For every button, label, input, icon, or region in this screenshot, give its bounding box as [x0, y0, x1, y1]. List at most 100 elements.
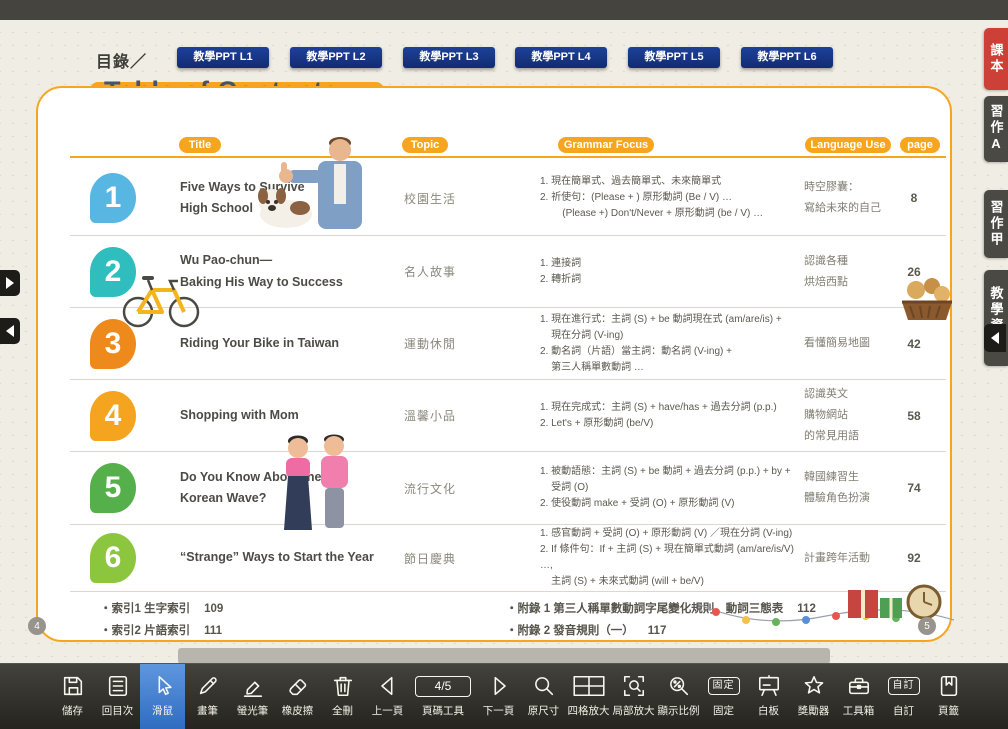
tool-highlighter[interactable]: 螢光筆 — [230, 664, 275, 729]
toc-row-unit5[interactable]: 5 Do You Know About the Korean Wave? 流行文… — [38, 452, 950, 524]
ppt-button-l4[interactable]: 教學PPT L4 — [515, 47, 607, 68]
tool-display-ratio-label: 顯示比例 — [658, 703, 700, 718]
chevron-left-icon — [991, 332, 999, 344]
side-tab-workbook-a-label: 習作A — [987, 104, 1006, 154]
festive-decoration — [698, 574, 954, 644]
tool-four-grid-zoom-label: 四格放大 — [568, 703, 610, 718]
tool-display-ratio[interactable]: 顯示比例 — [656, 664, 701, 729]
tool-toolbox[interactable]: 工具箱 — [836, 664, 881, 729]
ppt-button-l3[interactable]: 教學PPT L3 — [403, 47, 495, 68]
tool-delete-all[interactable]: 全刪 — [320, 664, 365, 729]
custom-box-icon-text: 自訂 — [888, 677, 920, 695]
unit6-topic: 節日慶典 — [404, 550, 456, 567]
area-zoom-icon — [622, 671, 646, 701]
unit2-title: Wu Pao-chun— Baking His Way to Success — [180, 250, 343, 293]
tool-original-size[interactable]: 原尺寸 — [521, 664, 566, 729]
right-panel-collapse-toggle[interactable] — [984, 324, 1006, 352]
column-header-page: page — [900, 137, 940, 153]
previous-page-icon — [376, 671, 400, 701]
unit4-page: 58 — [907, 409, 920, 423]
ppt-button-l1[interactable]: 教學PPT L1 — [177, 47, 269, 68]
tool-back-to-toc-label: 回目次 — [102, 703, 134, 718]
tool-page-number-label: 頁碼工具 — [422, 703, 464, 718]
highlighter-icon — [241, 671, 265, 701]
tool-area-zoom[interactable]: 局部放大 — [611, 664, 656, 729]
side-tab-workbook-jia[interactable]: 習作甲 — [984, 190, 1008, 258]
left-panel-collapse-toggle[interactable] — [0, 318, 20, 344]
chevron-right-icon — [6, 277, 14, 289]
page-number-left: 4 — [28, 617, 46, 635]
tool-pen-label: 畫筆 — [197, 703, 218, 718]
tool-pin-label: 固定 — [713, 703, 734, 718]
tool-page-number[interactable]: 4/5 頁碼工具 — [410, 664, 476, 729]
tool-previous-page-label: 上一頁 — [372, 703, 404, 718]
chevron-left-icon — [6, 325, 14, 337]
tool-highlighter-label: 螢光筆 — [237, 703, 269, 718]
toolbox-icon — [847, 671, 871, 701]
tool-custom[interactable]: 自訂 自訂 — [881, 664, 926, 729]
tool-eraser-label: 橡皮擦 — [282, 703, 314, 718]
tool-next-page[interactable]: 下一頁 — [476, 664, 521, 729]
star-icon — [802, 671, 826, 701]
unit4-grammar: 1. 現在完成式：主詞 (S) + have/has + 過去分詞 (p.p.)… — [540, 400, 777, 432]
toc-row-unit1[interactable]: 1 Five Ways to Survive High School 校園生活 … — [38, 162, 950, 234]
tool-four-grid-zoom[interactable]: 四格放大 — [566, 664, 611, 729]
page-indicator[interactable]: 4/5 — [415, 676, 471, 697]
unit6-page: 92 — [907, 551, 920, 565]
tool-delete-all-label: 全刪 — [332, 703, 353, 718]
tool-pen[interactable]: 畫筆 — [185, 664, 230, 729]
tool-original-size-label: 原尺寸 — [528, 703, 560, 718]
unit1-page: 8 — [911, 191, 918, 205]
ebook-page: 教學PPT L1 教學PPT L2 教學PPT L3 教學PPT L4 教學PP… — [0, 20, 1008, 664]
unit4-topic: 溫馨小品 — [404, 407, 456, 424]
index-2-label: ・索引2 片語索引 — [100, 625, 190, 637]
catalog-label: 目錄／ — [96, 48, 147, 72]
toc-list-icon — [106, 671, 130, 701]
index-1-label: ・索引1 生字索引 — [100, 603, 190, 615]
tool-reward-label: 獎勵器 — [798, 703, 830, 718]
tool-previous-page[interactable]: 上一頁 — [365, 664, 410, 729]
magnifier-icon — [532, 671, 556, 701]
unit2-grammar: 1. 連接詞 2. 轉折詞 — [540, 256, 581, 288]
column-header-language: Language Use — [805, 137, 891, 153]
pen-icon — [196, 671, 220, 701]
toc-row-unit4[interactable]: 4 Shopping with Mom 溫馨小品 1. 現在完成式：主詞 (S)… — [38, 380, 950, 451]
eraser-icon — [286, 671, 310, 701]
header-rule — [70, 156, 946, 158]
tool-whiteboard[interactable]: 白板 — [746, 664, 791, 729]
tool-toolbox-label: 工具箱 — [843, 703, 875, 718]
tool-reward[interactable]: 獎勵器 — [791, 664, 836, 729]
custom-box-icon: 自訂 — [888, 671, 920, 701]
column-header-grammar: Grammar Focus — [558, 137, 654, 153]
tool-area-zoom-label: 局部放大 — [613, 703, 655, 718]
unit2-topic: 名人故事 — [404, 263, 456, 280]
side-tab-textbook[interactable]: 課本 — [984, 28, 1008, 90]
tool-eraser[interactable]: 橡皮擦 — [275, 664, 320, 729]
appendix-2-page: 117 — [648, 625, 667, 637]
tool-page-tab-label: 頁籤 — [938, 703, 959, 718]
ppt-button-l2[interactable]: 教學PPT L2 — [290, 47, 382, 68]
side-tab-workbook-a[interactable]: 習作A — [984, 96, 1008, 162]
tool-whiteboard-label: 白板 — [758, 703, 779, 718]
tool-page-tab[interactable]: 頁籤 — [926, 664, 971, 729]
tool-next-page-label: 下一頁 — [483, 703, 515, 718]
unit1-grammar: 1. 現在簡單式、過去簡單式、未來簡單式 2. 祈使句：(Please + ) … — [540, 174, 763, 222]
tool-pin[interactable]: 固定 固定 — [701, 664, 746, 729]
unit6-language-use: 計畫跨年活動 — [804, 548, 870, 569]
tool-mouse[interactable]: 滑鼠 — [140, 664, 185, 729]
left-panel-expand-toggle[interactable] — [0, 270, 20, 296]
trash-icon — [331, 671, 355, 701]
unit1-number-badge: 1 — [90, 173, 136, 223]
ppt-button-l6[interactable]: 教學PPT L6 — [741, 47, 833, 68]
ppt-button-l5[interactable]: 教學PPT L5 — [628, 47, 720, 68]
cursor-icon — [151, 671, 175, 701]
four-grid-icon — [572, 671, 606, 701]
unit3-title: Riding Your Bike in Taiwan — [180, 333, 339, 354]
tool-save[interactable]: 儲存 — [50, 664, 95, 729]
bottom-toolbar: 儲存 回目次 滑鼠 畫筆 螢光筆 橡皮擦 全刪 上一頁 4/5 頁碼工具 下一頁 — [0, 663, 1008, 729]
unit5-couple-photo — [268, 432, 364, 534]
unit3-topic: 運動休閒 — [404, 335, 456, 352]
tool-back-to-toc[interactable]: 回目次 — [95, 664, 140, 729]
side-tab-textbook-label: 課本 — [987, 43, 1006, 75]
unit5-number-badge: 5 — [90, 463, 136, 513]
